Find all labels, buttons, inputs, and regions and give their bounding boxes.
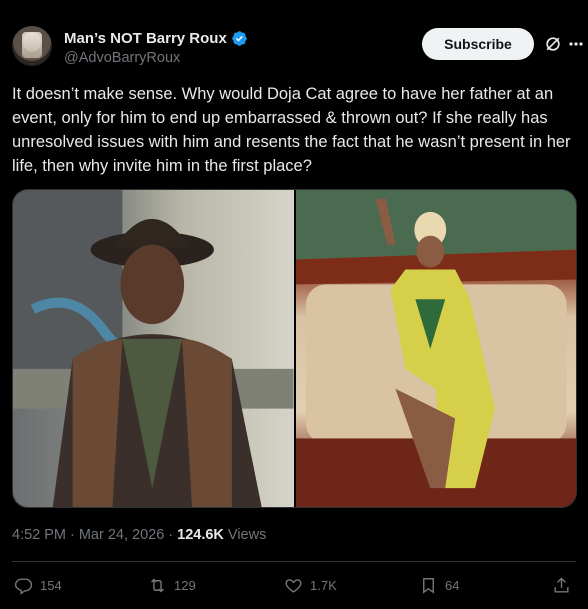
- share-icon: [554, 577, 569, 593]
- photo-right[interactable]: [295, 190, 576, 507]
- verified-badge-icon: [232, 30, 247, 46]
- like-icon: [285, 579, 302, 593]
- retweet-count: 129: [174, 578, 196, 593]
- divider: [12, 561, 576, 562]
- retweet-button[interactable]: 129: [148, 576, 196, 595]
- tweet-text: It doesn’t make sense. Why would Doja Ca…: [12, 85, 571, 175]
- tweet-header: Man’s NOT Barry Roux @AdvoBarryRoux Subs…: [12, 22, 583, 66]
- media-grid: [12, 189, 577, 508]
- timestamp-row: 4:52 PM · Mar 24, 2026 · 124.6K Views: [12, 527, 266, 543]
- tweet-time[interactable]: 4:52 PM: [12, 527, 66, 543]
- views-label: Views: [227, 527, 267, 543]
- reply-icon: [14, 578, 33, 595]
- handle[interactable]: @AdvoBarryRoux: [64, 50, 180, 66]
- name-row: Man’s NOT Barry Roux: [64, 28, 248, 48]
- retweet-icon: [151, 578, 164, 593]
- like-count: 1.7K: [310, 578, 337, 593]
- photo-left[interactable]: [13, 190, 294, 507]
- bookmark-count: 64: [445, 578, 460, 593]
- more-icon[interactable]: [568, 36, 584, 52]
- avatar[interactable]: [12, 26, 52, 66]
- display-name[interactable]: Man’s NOT Barry Roux: [64, 30, 227, 47]
- reply-button[interactable]: 154: [14, 576, 62, 595]
- share-button[interactable]: [552, 576, 571, 595]
- bookmark-button[interactable]: 64: [419, 576, 459, 595]
- separator: ·: [168, 527, 174, 543]
- like-button[interactable]: 1.7K: [284, 576, 337, 595]
- grok-icon[interactable]: [543, 34, 563, 54]
- tweet-date[interactable]: Mar 24, 2026: [79, 527, 164, 543]
- bookmark-icon: [423, 578, 434, 594]
- separator: ·: [70, 527, 75, 543]
- subscribe-button[interactable]: Subscribe: [422, 28, 534, 60]
- views-count: 124.6K: [177, 527, 224, 543]
- reply-count: 154: [40, 578, 62, 593]
- action-bar: 154 129 1.7K 64: [14, 576, 574, 598]
